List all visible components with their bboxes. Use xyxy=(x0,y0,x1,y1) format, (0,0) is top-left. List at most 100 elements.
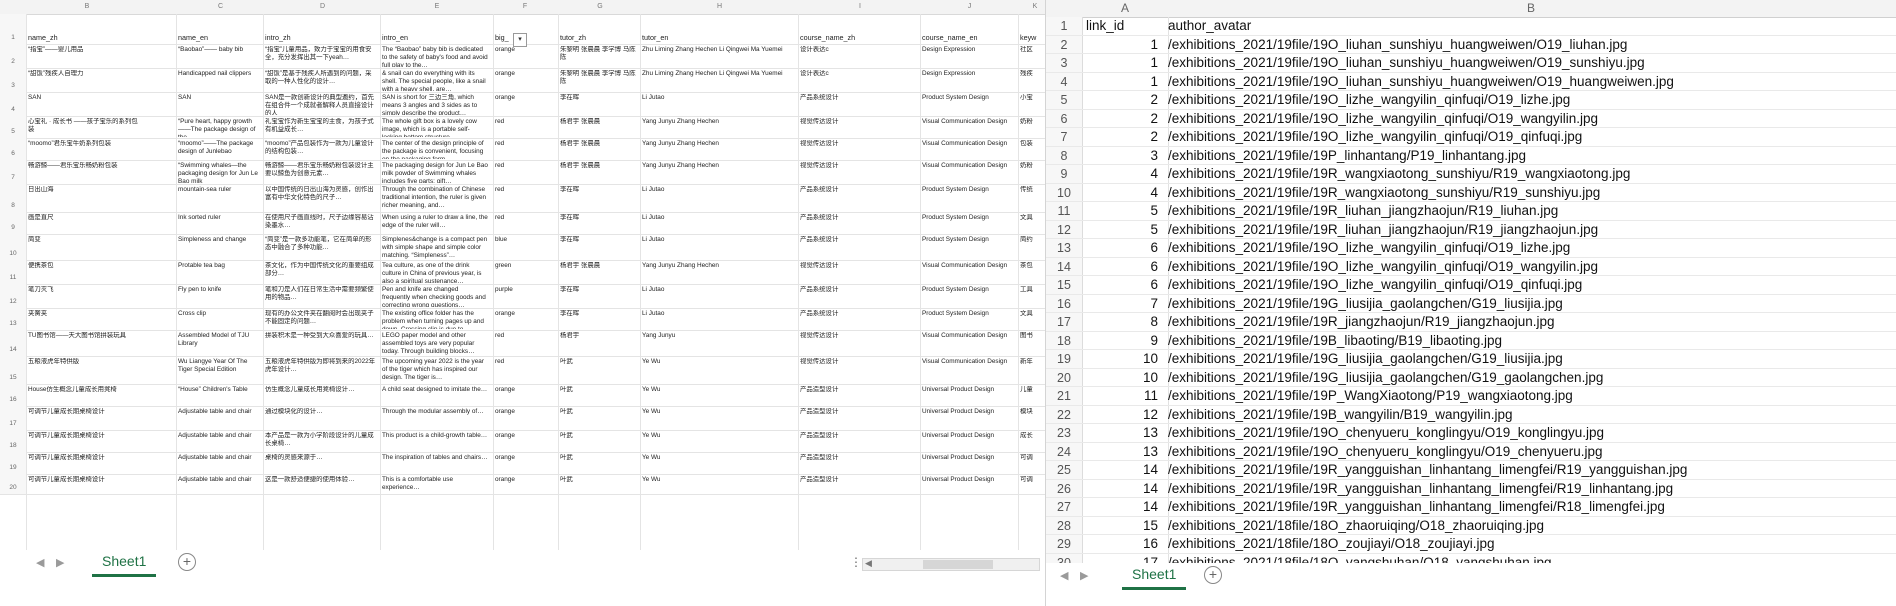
table-cell[interactable]: The upcoming year 2022 is the year of th… xyxy=(382,358,488,383)
table-cell[interactable]: 在使用尺子画直线时，尺子边缘容易沾染墨水… xyxy=(265,214,376,233)
row-number[interactable]: 15 xyxy=(0,356,27,384)
row-number[interactable]: 11 xyxy=(0,260,27,284)
table-row[interactable]: 17 可调节儿童成长期桌椅设计 Adjustable table and chair… xyxy=(0,406,1045,431)
column-header-h[interactable]: H xyxy=(642,3,797,10)
table-cell[interactable]: Product System Design xyxy=(922,186,1013,211)
table-cell[interactable]: Design Expression xyxy=(922,70,1013,91)
table-cell[interactable]: blue xyxy=(495,236,551,259)
table-cell[interactable]: 这是一款舒适便捷的使用体验… xyxy=(265,476,376,493)
cell-author-avatar[interactable]: /exhibitions_2021/19file/19R_yangguishan… xyxy=(1168,480,1673,498)
table-cell[interactable]: red xyxy=(495,332,551,355)
table-cell[interactable]: “Swimming whales—the packaging design fo… xyxy=(178,162,259,183)
cell-link-id[interactable]: 2 xyxy=(1082,91,1164,109)
table-cell[interactable]: Visual Communication Design xyxy=(922,332,1013,355)
table-cell[interactable]: 可调节儿童成长期桌椅设计 xyxy=(28,476,142,493)
row-number[interactable]: 11 xyxy=(1046,202,1083,220)
cell-link-id[interactable]: 14 xyxy=(1082,461,1164,479)
cell-link-id[interactable]: 15 xyxy=(1082,517,1164,535)
cell-link-id[interactable]: 2 xyxy=(1082,128,1164,146)
table-cell[interactable]: 叶武 xyxy=(560,476,636,493)
table-cell[interactable]: 可调 xyxy=(1020,454,1045,473)
cell-link-id[interactable]: 6 xyxy=(1082,239,1164,257)
cell-link-id[interactable]: 12 xyxy=(1082,406,1164,424)
table-cell[interactable]: 社区 xyxy=(1020,46,1045,67)
row-number[interactable]: 6 xyxy=(1046,109,1083,128)
table-cell[interactable]: “Pure heart, happy growth ——The package … xyxy=(178,118,259,137)
cell-link-id[interactable]: 16 xyxy=(1082,535,1164,553)
table-cell[interactable]: Li Jutao xyxy=(642,94,793,115)
table-cell[interactable]: 奶粉 xyxy=(1020,162,1045,183)
table-row[interactable]: 27 14/exhibitions_2021/19file/19R_yanggui… xyxy=(1046,498,1896,517)
table-cell[interactable]: 产品系统设计 xyxy=(800,94,916,115)
table-cell[interactable]: 日出山海 xyxy=(28,186,142,211)
column-header-d[interactable]: D xyxy=(265,3,380,10)
table-cell[interactable]: 儿童 xyxy=(1020,386,1045,405)
table-cell[interactable]: 成长 xyxy=(1020,432,1045,451)
table-cell[interactable]: 产品造型设计 xyxy=(800,386,916,405)
table-cell[interactable]: 李在晖 xyxy=(560,214,636,233)
row-number[interactable]: 13 xyxy=(1046,239,1083,257)
table-cell[interactable]: Adjustable table and chair xyxy=(178,432,259,451)
row-number[interactable]: 8 xyxy=(1046,146,1083,165)
table-cell[interactable]: Ye Wu xyxy=(642,432,793,451)
table-row[interactable]: 26 14/exhibitions_2021/19file/19R_yanggui… xyxy=(1046,479,1896,499)
table-cell[interactable]: 叶武 xyxy=(560,454,636,473)
cell-author-avatar[interactable]: /exhibitions_2021/19file/19R_liuhan_jian… xyxy=(1168,221,1598,239)
table-cell[interactable]: green xyxy=(495,262,551,283)
cell-author-avatar[interactable]: /exhibitions_2021/19file/19O_chenyueru_k… xyxy=(1168,443,1603,461)
horizontal-scrollbar[interactable]: ◀ xyxy=(862,558,1040,571)
table-cell[interactable]: TU图书馆——天大图书馆拼装玩具 xyxy=(28,332,142,355)
table-row[interactable]: 4 SAN SAN SAN是一款创新设计的典型邀约，首先在组合件一个成就者解释人员直接… xyxy=(0,92,1045,117)
table-cell[interactable]: purple xyxy=(495,286,551,307)
table-cell[interactable]: Visual Communication Design xyxy=(922,140,1013,159)
cell-author-avatar[interactable]: /exhibitions_2021/19file/19O_lizhe_wangy… xyxy=(1168,91,1570,109)
cell-link-id[interactable]: 4 xyxy=(1082,184,1164,202)
table-cell[interactable]: SAN is short for 三边三角, which means 3 ang… xyxy=(382,94,488,115)
table-row[interactable]: 14 6/exhibitions_2021/19file/19O_lizhe_wa… xyxy=(1046,257,1896,277)
table-row[interactable]: 6 “moomo”君乐宝牛奶系列包装 “moomo”——The package de… xyxy=(0,138,1045,161)
cell-author-avatar[interactable]: /exhibitions_2021/18file/18O_zoujiayi/O1… xyxy=(1168,535,1494,553)
cell-author-avatar[interactable]: /exhibitions_2021/19file/19G_liusijia_ga… xyxy=(1168,369,1603,387)
row-number[interactable]: 16 xyxy=(0,384,27,406)
table-cell[interactable]: Fly pen to knife xyxy=(178,286,259,307)
table-cell[interactable]: Protable tea bag xyxy=(178,262,259,283)
table-cell[interactable]: 产品造型设计 xyxy=(800,408,916,429)
table-cell[interactable]: 产品造型设计 xyxy=(800,454,916,473)
table-cell[interactable]: 简变 xyxy=(28,236,142,259)
cell-link-id[interactable]: 4 xyxy=(1082,165,1164,183)
table-cell[interactable]: Ye Wu xyxy=(642,476,793,493)
table-cell[interactable]: Adjustable table and chair xyxy=(178,476,259,493)
row-number[interactable]: 22 xyxy=(1046,405,1083,424)
table-cell[interactable]: 视觉传达设计 xyxy=(800,332,916,355)
row-number[interactable]: 5 xyxy=(1046,91,1083,109)
scrollbar-thumb[interactable] xyxy=(923,560,993,569)
cell-link-id[interactable]: 11 xyxy=(1082,387,1164,405)
table-cell[interactable]: Visual Communication Design xyxy=(922,358,1013,383)
cell-author-avatar[interactable]: /exhibitions_2021/19file/19R_wangxiaoton… xyxy=(1168,165,1630,183)
table-row[interactable]: 9 4/exhibitions_2021/19file/19R_wangxiaot… xyxy=(1046,165,1896,184)
row-number[interactable]: 29 xyxy=(1046,535,1083,553)
table-row[interactable]: 3 1/exhibitions_2021/19file/19O_liuhan_su… xyxy=(1046,54,1896,73)
table-row[interactable]: 17 8/exhibitions_2021/19file/19R_jiangzha… xyxy=(1046,313,1896,332)
cell-author-avatar[interactable]: /exhibitions_2021/19file/19O_lizhe_wangy… xyxy=(1168,110,1598,128)
table-row[interactable]: 15 五粮液虎年特供版 Wu Liangye Year Of The Tiger S… xyxy=(0,356,1045,385)
left-sheet-grid[interactable]: 1 name_zh name_en intro_zh intro_en big_ tutor… xyxy=(0,14,1045,550)
cell-link-id[interactable]: 6 xyxy=(1082,276,1164,294)
header-row[interactable]: 1 link_id author_avatar xyxy=(1046,17,1896,36)
row-number[interactable]: 9 xyxy=(0,212,27,234)
header-cell-author-avatar[interactable]: author_avatar xyxy=(1168,17,1251,35)
table-cell[interactable]: Yang Junyu Zhang Hechen xyxy=(642,140,793,159)
table-row[interactable]: 25 14/exhibitions_2021/19file/19R_yanggui… xyxy=(1046,461,1896,480)
row-number[interactable]: 20 xyxy=(0,474,27,494)
header-cell-link-id[interactable]: link_id xyxy=(1082,17,1164,35)
column-header-b[interactable]: B xyxy=(28,3,146,10)
table-cell[interactable]: Visual Communication Design xyxy=(922,262,1013,283)
cell-author-avatar[interactable]: /exhibitions_2021/19file/19O_chenyueru_k… xyxy=(1168,424,1604,442)
table-cell[interactable]: orange xyxy=(495,454,551,473)
table-cell[interactable]: Adjustable table and chair xyxy=(178,454,259,473)
table-row[interactable]: 28 15/exhibitions_2021/18file/18O_zhaorui… xyxy=(1046,516,1896,536)
next-sheet-icon[interactable]: ▶ xyxy=(1080,569,1088,582)
cell-author-avatar[interactable]: /exhibitions_2021/19file/19G_liusijia_ga… xyxy=(1168,350,1563,368)
table-cell[interactable]: 本产品是一款为小学阶段设计的儿童成长桌椅… xyxy=(265,432,376,451)
table-cell[interactable]: “Baobao”—— baby bib xyxy=(178,46,259,67)
